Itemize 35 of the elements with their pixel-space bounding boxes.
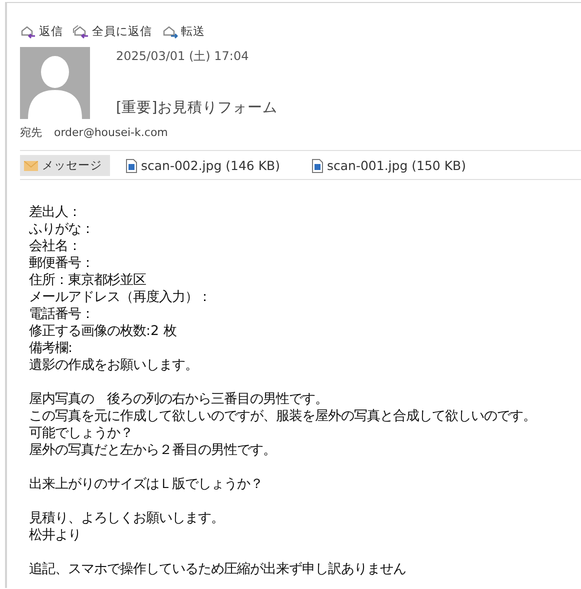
body-text-line: 備考欄: xyxy=(29,340,74,357)
sent-date: 2025/03/01 (土) 17:04 xyxy=(116,48,250,65)
reply-button[interactable]: 返信 xyxy=(20,23,63,40)
body-text-line: この写真を元に作成して欲しいのですが、服装を屋外の写真と合成して欲しいのです。 xyxy=(29,408,537,425)
reply-mail-icon xyxy=(73,24,89,38)
body-text-line: 見積り、よろしくお願いします。 xyxy=(29,510,225,527)
body-text-line: 追記、スマホで操作しているため圧縮が出来ず申し訳ありません xyxy=(29,561,407,578)
attachment-file[interactable]: scan-002.jpg (146 KB) xyxy=(122,155,284,176)
body-text-line: 屋外の写真だと左から２番目の男性です。 xyxy=(29,442,277,459)
body-text-line: 遺影の作成をお願いします。 xyxy=(29,357,199,374)
forward-mail-icon xyxy=(162,24,178,38)
image-file-icon xyxy=(312,158,323,172)
body-text-line: ふりがな： xyxy=(29,221,95,238)
message-tab[interactable]: メッセージ xyxy=(20,155,110,176)
body-text-line: 松井より xyxy=(29,527,82,544)
recipient-address: order@housei-k.com xyxy=(54,126,168,139)
mail-subject: [重要]お見積りフォーム xyxy=(116,99,278,117)
body-text-line: 出来上がりのサイズはＬ版でしょうか？ xyxy=(29,476,264,493)
avatar-icon xyxy=(20,47,90,119)
body-text-line: 住所：東京都杉並区 xyxy=(29,272,147,289)
body-text-line: 郵便番号： xyxy=(29,255,95,272)
attachment-file[interactable]: scan-001.jpg (150 KB) xyxy=(308,155,470,176)
reply-mail-icon xyxy=(20,24,36,38)
image-file-icon xyxy=(126,158,137,172)
to-label: 宛先 xyxy=(20,125,42,140)
body-text-line: 会社名： xyxy=(29,238,82,255)
body-text-line: 電話番号： xyxy=(29,306,95,323)
body-text-line: 屋内写真の 後ろの列の右から三番目の男性です。 xyxy=(29,391,329,408)
body-text-line: 修正する画像の枚数:2 枚 xyxy=(29,323,178,340)
body-text-line: 差出人： xyxy=(29,204,82,221)
body-text-line: メールアドレス（再度入力）： xyxy=(29,289,212,306)
body-text-line: 可能でしょうか？ xyxy=(29,425,134,442)
reply-all-button[interactable]: 全員に返信 xyxy=(73,23,152,40)
forward-button[interactable]: 転送 xyxy=(162,23,205,40)
envelope-icon xyxy=(24,160,38,170)
